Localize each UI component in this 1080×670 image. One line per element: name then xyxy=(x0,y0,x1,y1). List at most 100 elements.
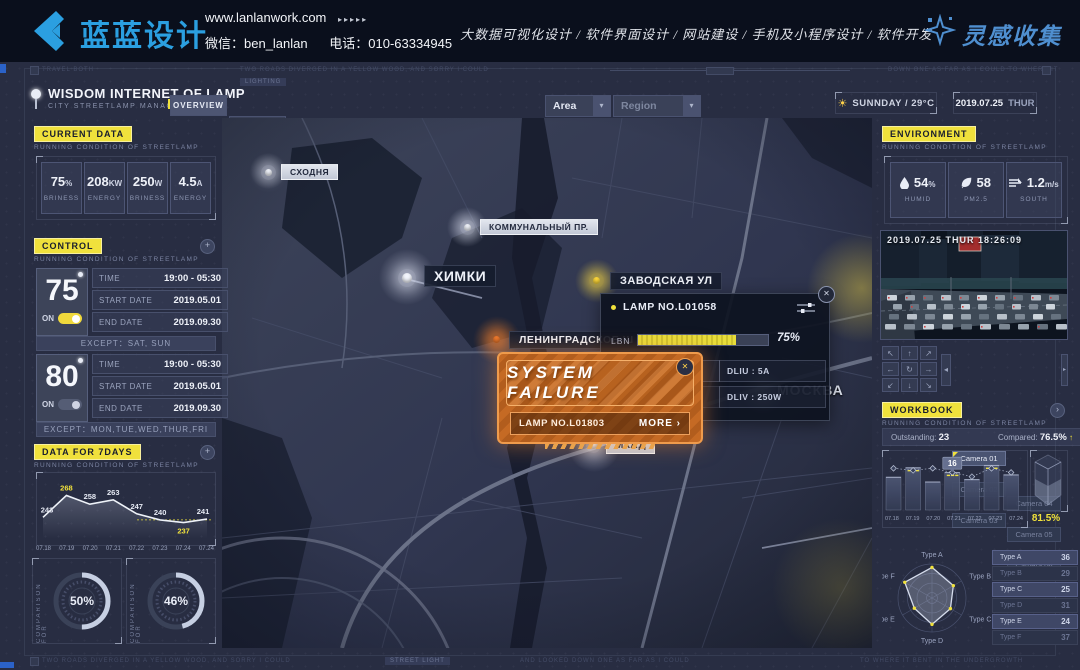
accent-mark xyxy=(0,662,14,668)
camera-button-5[interactable]: Camera 05 xyxy=(1007,527,1061,542)
map-pin-leningradskoe[interactable] xyxy=(489,332,504,347)
map-pin-zavodskaya[interactable] xyxy=(589,273,604,288)
stat-card-energy: 208KW ENERGY xyxy=(84,162,125,214)
collect-logo-icon xyxy=(924,14,956,46)
collect-logo-text: 灵感收集 xyxy=(962,17,1062,51)
map-pin-skhodnya[interactable] xyxy=(261,165,276,180)
tab-overview-1[interactable]: OVERVIEW xyxy=(170,95,227,116)
sun-icon: ☀ xyxy=(838,97,848,110)
settings-sliders-icon[interactable] xyxy=(797,302,815,314)
week-line-chart: 243268258263247240237241 xyxy=(37,473,213,543)
map-label: ЗАВОДСКАЯ УЛ xyxy=(610,272,722,290)
svg-text:Type D: Type D xyxy=(921,638,943,645)
legend-row-type-d: Type D31 xyxy=(992,598,1078,613)
day-text: THUR xyxy=(1008,98,1034,109)
control-row-time-2: TIME19:00 - 05:30 xyxy=(92,354,228,374)
lamp-icon xyxy=(31,89,41,99)
region-select[interactable]: Region ▾ xyxy=(613,95,701,117)
svg-text:Type B: Type B xyxy=(969,574,991,581)
stat-card-ampere: 4.5A ENERGY xyxy=(170,162,211,214)
toggle-on[interactable] xyxy=(58,313,82,324)
control-add-button[interactable]: + xyxy=(200,239,215,254)
popup-close-icon[interactable]: ✕ xyxy=(818,286,835,303)
decor-box xyxy=(30,66,39,75)
alert-hatch-decoration xyxy=(545,444,655,449)
contact-info: 微信：ben_lanlan 电话：010-63334945 xyxy=(205,33,452,52)
decor-tag: STREET LIGHT xyxy=(385,657,450,665)
decor-box xyxy=(30,657,39,666)
dpad-arrow-icon-5[interactable]: → xyxy=(920,362,937,376)
control-row-end-2: END DATE2019.09.30 xyxy=(92,398,228,418)
legend-row-type-e: Type E24 xyxy=(992,614,1078,629)
panel-title-control: CONTROL xyxy=(34,238,102,254)
svg-text:247: 247 xyxy=(130,502,143,511)
camera-feed: 2019.07.25 THUR 18:26:09 xyxy=(880,230,1068,340)
workbook-side-percent: 81.5% xyxy=(1026,513,1066,524)
svg-text:241: 241 xyxy=(197,507,210,516)
stat-card-watt: 250W BRINESS xyxy=(127,162,168,214)
alert-more-button[interactable]: MORE › xyxy=(639,418,681,429)
date-widget: 2019.07.25 THUR xyxy=(953,92,1037,114)
weather-text: SUNNDAY / 29°C xyxy=(852,98,934,109)
alert-title-box: SYSTEM FAILURE xyxy=(506,360,694,406)
arrows-icon: ▸▸▸▸▸ xyxy=(338,15,368,24)
accent-mark xyxy=(0,64,6,73)
bullet-icon xyxy=(611,305,616,310)
popup-title: LAMP NO.L01058 xyxy=(623,301,717,313)
map-pin-khimki[interactable] xyxy=(398,269,416,287)
camera-dpad: ↖↑↗ ←↻→ ↙↓↘ xyxy=(882,346,937,392)
date-text: 2019.07.25 xyxy=(956,98,1004,109)
dpad-arrow-icon-3[interactable]: ← xyxy=(882,362,899,376)
alert-footer: LAMP NO.L01803 MORE › xyxy=(510,412,690,435)
week-add-button[interactable]: + xyxy=(200,445,215,460)
alert-close-icon[interactable]: ✕ xyxy=(676,358,694,376)
panel-subtitle: RUNNING CONDITION OF STREETLAMP xyxy=(882,420,1047,427)
dpad-arrow-icon-8[interactable]: ↘ xyxy=(920,378,937,392)
stat-card-briness: 75% BRINESS xyxy=(41,162,82,214)
popup-field-current: DLIU : 5A xyxy=(719,360,826,382)
control-row-time-1: TIME19:00 - 05:30 xyxy=(92,268,228,288)
panel-subtitle: RUNNING CONDITION OF STREETLAMP xyxy=(34,144,199,151)
svg-text:243: 243 xyxy=(41,505,54,514)
except-bar-1: EXCEPT：SAT, SUN xyxy=(36,336,216,351)
camera-prev-button[interactable]: ◂ xyxy=(941,354,951,386)
workbook-cube-box xyxy=(1030,450,1068,512)
popup-field-power: DLIV : 250W xyxy=(719,386,826,408)
dpad-arrow-icon-1[interactable]: ↑ xyxy=(901,346,918,360)
lanlan-logo-icon xyxy=(26,9,72,53)
map-label: ХИМКИ xyxy=(424,265,496,287)
bar-value: 75% xyxy=(777,332,800,344)
dpad-arrow-icon-0[interactable]: ↖ xyxy=(882,346,899,360)
week-chart-xaxis: 07.1807.1907.2007.2107.2207.2307.2407.24 xyxy=(36,546,214,552)
control-row-start-2: START DATE2019.05.01 xyxy=(92,376,228,396)
dpad-arrow-icon-6[interactable]: ↙ xyxy=(882,378,899,392)
panel-subtitle: RUNNING CONDITION OF STREETLAMP xyxy=(882,144,1047,151)
dpad-arrow-icon-4[interactable]: ↻ xyxy=(901,362,918,376)
svg-text:268: 268 xyxy=(60,483,73,492)
panel-title-7days: DATA FOR 7DAYS xyxy=(34,444,141,460)
dpad-arrow-icon-2[interactable]: ↗ xyxy=(920,346,937,360)
up-arrow-icon: ↑ xyxy=(1069,433,1073,442)
dashboard: TRAVEL BOTH TWO ROADS DIVERGED IN A YELL… xyxy=(0,62,1080,670)
svg-text:Type A: Type A xyxy=(921,552,943,559)
decor-text: AND LOOKED DOWN ONE AS FAR AS I COULD xyxy=(520,658,690,664)
svg-text:Type E: Type E xyxy=(882,617,895,624)
promo-banner: 蓝蓝设计 www.lanlanwork.com ▸▸▸▸▸ 微信：ben_lan… xyxy=(0,0,1080,62)
dpad-arrow-icon-7[interactable]: ↓ xyxy=(901,378,918,392)
workbook-next-button[interactable]: › xyxy=(1050,403,1065,418)
gauge-box-1: COMPARISON FOR 50% xyxy=(32,558,122,644)
caret-down-icon: ▾ xyxy=(593,96,610,116)
map-pin-kommunalny[interactable] xyxy=(460,220,475,235)
workbook-chart-box: 16 07.1807.1907.2007.2107.2207.2307.24 xyxy=(882,450,1028,528)
alert-title: SYSTEM FAILURE xyxy=(507,363,693,403)
gauge-value-2: 46% xyxy=(143,568,209,634)
area-select[interactable]: Area ▾ xyxy=(545,95,611,117)
screen: 蓝蓝设计 www.lanlanwork.com ▸▸▸▸▸ 微信：ben_lan… xyxy=(0,0,1080,670)
svg-text:237: 237 xyxy=(177,527,190,536)
system-failure-alert: SYSTEM FAILURE LAMP NO.L01803 MORE › xyxy=(497,352,703,444)
camera-next-button[interactable]: ▸ xyxy=(1061,354,1068,386)
website-url: www.lanlanwork.com ▸▸▸▸▸ xyxy=(205,10,368,25)
toggle-off[interactable] xyxy=(58,399,82,410)
env-card-humidity: 54% HUMID xyxy=(890,162,946,218)
water-drop-icon xyxy=(900,177,909,189)
